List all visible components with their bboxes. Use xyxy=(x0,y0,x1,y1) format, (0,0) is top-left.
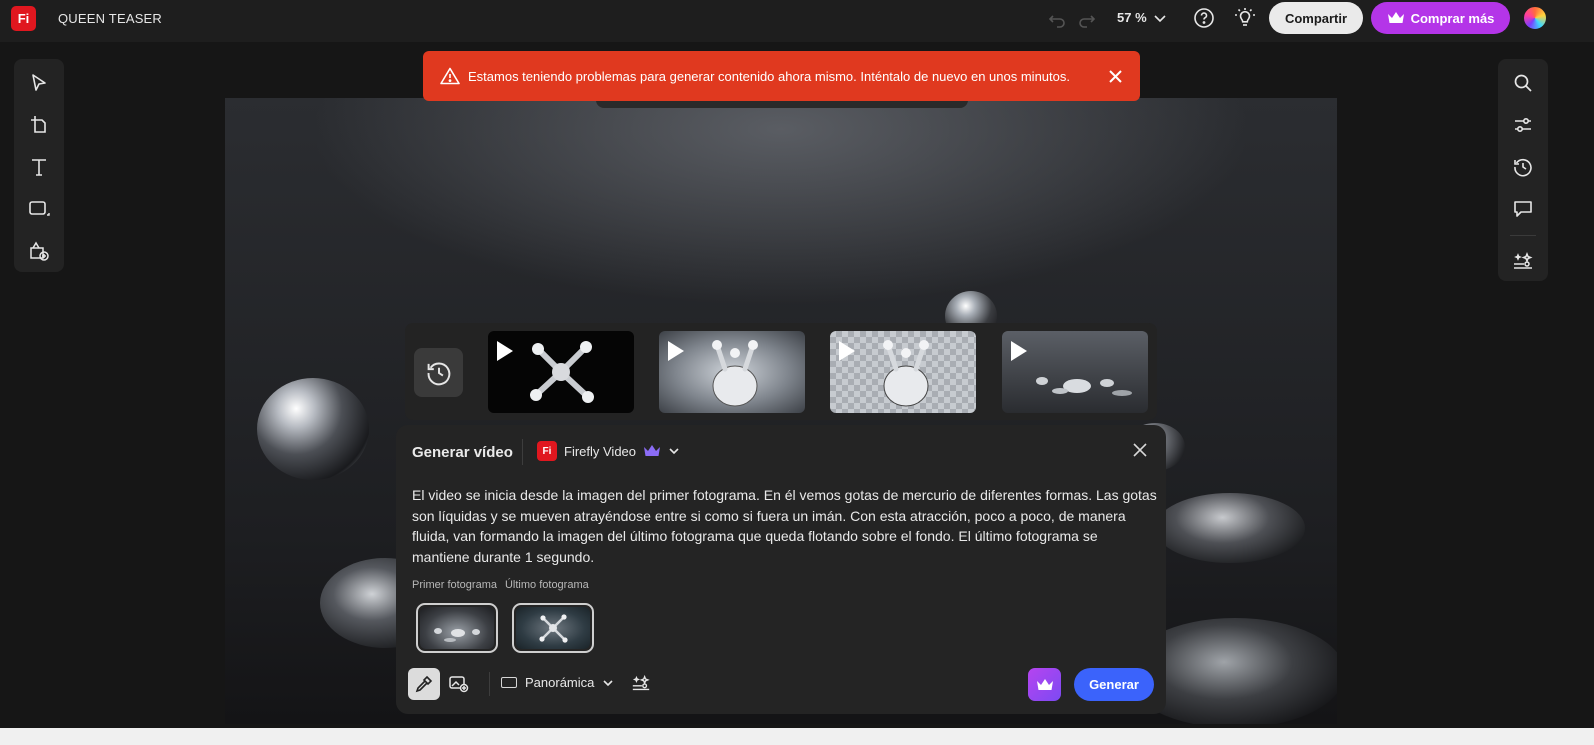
play-icon xyxy=(1011,341,1027,361)
select-icon[interactable] xyxy=(27,71,51,95)
divider xyxy=(489,672,490,696)
video-thumbnail[interactable] xyxy=(659,331,805,413)
prompt-textarea[interactable]: El video se inicia desde la imagen del p… xyxy=(412,485,1157,567)
generation-history xyxy=(405,323,1157,420)
divider xyxy=(522,439,523,465)
video-settings-button[interactable] xyxy=(625,668,657,700)
crown-icon xyxy=(1387,12,1404,23)
artboard-icon[interactable] xyxy=(27,113,51,137)
model-name: Firefly Video xyxy=(564,443,637,459)
firefly-logo: Fi xyxy=(537,441,557,461)
add-image-button[interactable] xyxy=(443,668,475,700)
help-icon[interactable] xyxy=(1191,5,1217,31)
play-icon xyxy=(839,341,855,361)
zoom-dropdown[interactable]: 57 % xyxy=(1117,10,1167,25)
mercury-puddle xyxy=(1155,493,1305,563)
share-button[interactable]: Compartir xyxy=(1269,2,1363,34)
crown-icon xyxy=(644,445,661,456)
toolbar-divider xyxy=(1510,235,1536,236)
close-icon[interactable] xyxy=(1133,443,1149,459)
shape-icon[interactable] xyxy=(27,197,51,221)
history-icon xyxy=(427,362,450,385)
model-dropdown[interactable]: Fi Firefly Video xyxy=(537,441,680,461)
video-thumbnail[interactable] xyxy=(1002,331,1148,413)
panel-title: Generar vídeo xyxy=(412,444,513,461)
aspect-ratio-dropdown[interactable]: Panorámica xyxy=(501,675,614,690)
frame-labels: Primer fotograma Último fotograma xyxy=(412,579,589,591)
play-icon xyxy=(497,341,513,361)
last-frame-label: Último fotograma xyxy=(504,579,589,591)
comment-icon[interactable] xyxy=(1511,197,1535,221)
history-icon[interactable] xyxy=(1511,155,1535,179)
last-frame-thumbnail[interactable] xyxy=(512,603,594,653)
undo-icon[interactable] xyxy=(1046,8,1068,30)
first-frame-thumbnail[interactable] xyxy=(416,603,498,653)
error-message: Estamos teniendo problemas para generar … xyxy=(468,68,1070,84)
chevron-down-icon xyxy=(603,679,613,686)
window-bottom-edge xyxy=(0,728,1594,745)
buy-more-button[interactable]: Comprar más xyxy=(1371,2,1510,34)
adjust-icon[interactable] xyxy=(1511,113,1535,137)
image-add-icon xyxy=(449,676,469,693)
text-icon[interactable] xyxy=(27,155,51,179)
chevron-down-icon xyxy=(669,448,679,455)
panel-bottom-toolbar: Panorámica Generar xyxy=(396,668,1166,702)
effects-icon[interactable] xyxy=(1511,250,1535,274)
right-toolbar xyxy=(1498,59,1548,281)
generate-video-panel: Generar vídeo Fi Firefly Video El video … xyxy=(396,425,1166,714)
generate-image-icon[interactable] xyxy=(27,239,51,263)
premium-button[interactable] xyxy=(1028,668,1061,701)
eyedropper-icon xyxy=(415,675,433,693)
redo-icon[interactable] xyxy=(1076,8,1098,30)
zoom-label: 57 % xyxy=(1117,10,1147,25)
play-icon xyxy=(668,341,684,361)
effects-icon xyxy=(632,674,650,691)
first-frame-label: Primer fotograma xyxy=(412,579,497,591)
left-toolbar xyxy=(14,59,64,272)
lightbulb-icon[interactable] xyxy=(1232,5,1258,31)
document-title[interactable]: QUEEN TEASER xyxy=(58,11,162,26)
aspect-ratio-label: Panorámica xyxy=(525,675,595,690)
error-toast: Estamos teniendo problemas para generar … xyxy=(423,51,1140,101)
generate-button[interactable]: Generar xyxy=(1074,668,1154,701)
app-logo[interactable]: Fi xyxy=(11,6,36,31)
search-icon[interactable] xyxy=(1511,71,1535,95)
buy-more-label: Comprar más xyxy=(1410,10,1495,26)
history-button[interactable] xyxy=(414,348,463,397)
widescreen-icon xyxy=(501,677,517,688)
video-thumbnail[interactable] xyxy=(488,331,634,413)
avatar[interactable] xyxy=(1522,5,1548,31)
mercury-sphere xyxy=(257,378,369,480)
crown-icon xyxy=(1036,678,1053,690)
eyedropper-button[interactable] xyxy=(408,668,440,700)
video-thumbnail[interactable] xyxy=(830,331,976,413)
warning-icon xyxy=(440,67,460,85)
chevron-down-icon xyxy=(1154,14,1166,22)
close-icon[interactable] xyxy=(1106,67,1124,85)
top-bar: Fi QUEEN TEASER 57 % Compartir Comprar m… xyxy=(0,0,1594,42)
